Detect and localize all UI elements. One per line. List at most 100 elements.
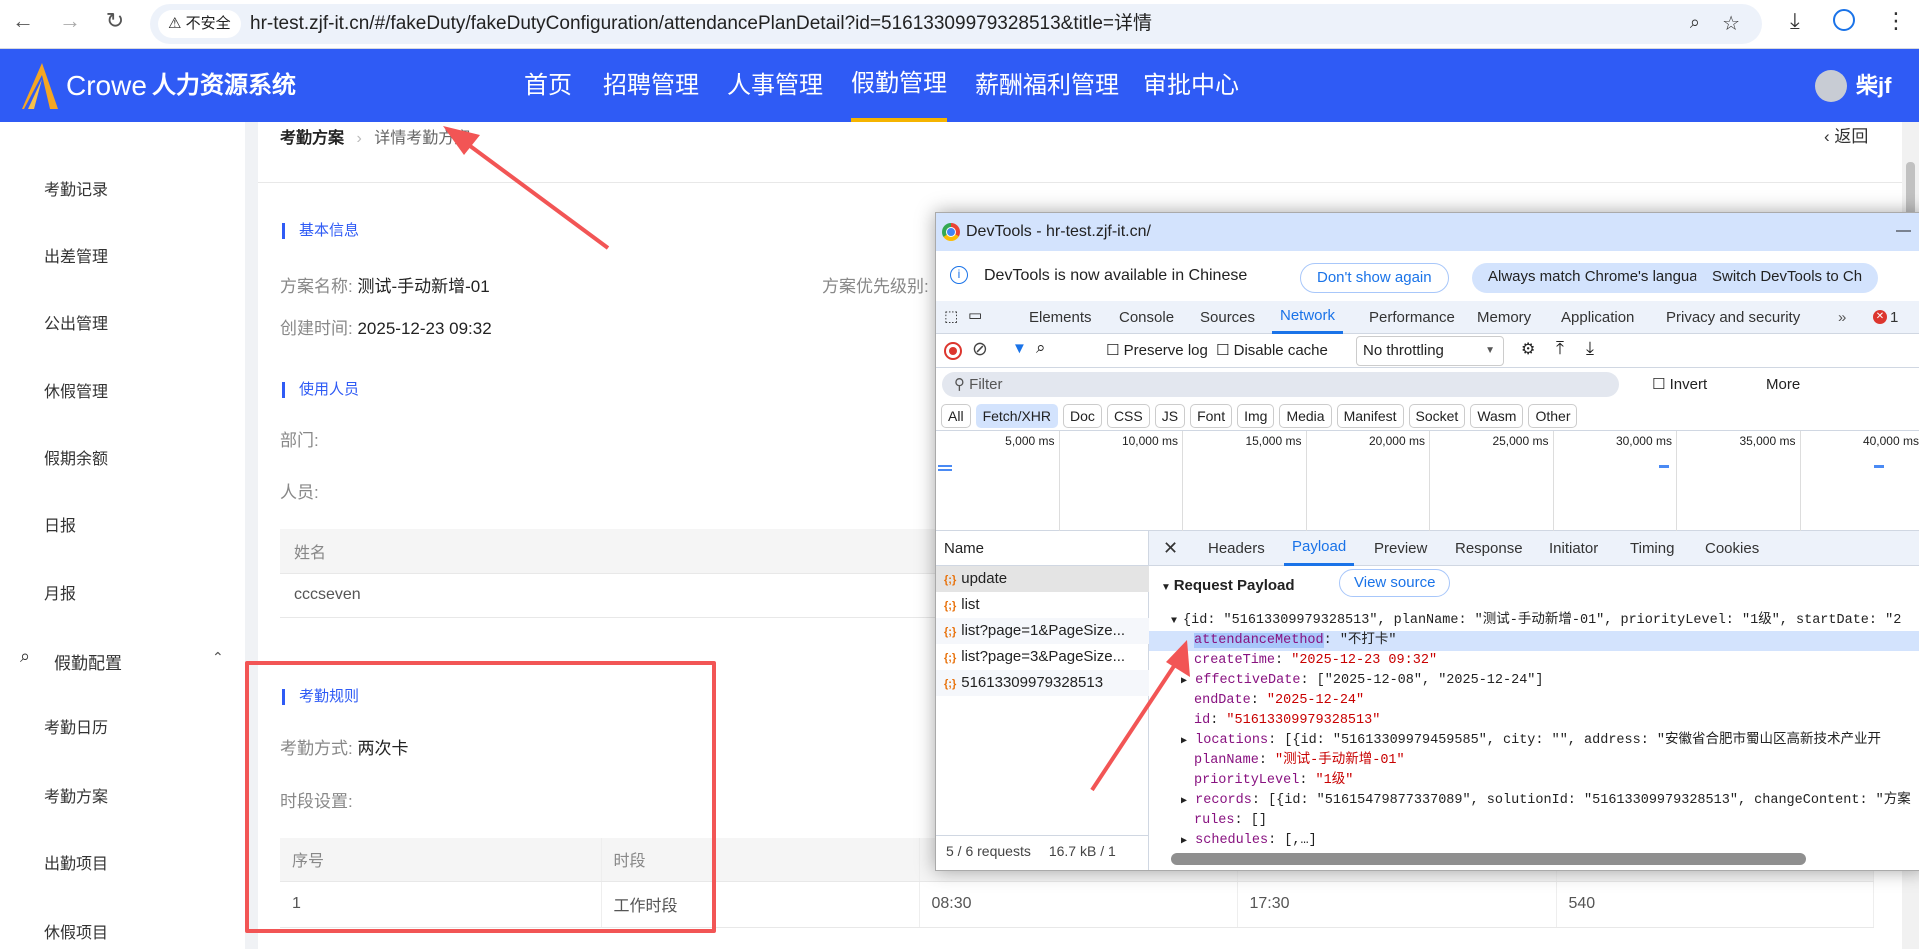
bookmark-star-icon[interactable]: ☆ <box>1722 11 1740 36</box>
inspect-element-icon[interactable]: ⬚ <box>944 307 958 325</box>
type-wasm[interactable]: Wasm <box>1470 404 1524 428</box>
tab-memory[interactable]: Memory <box>1477 301 1531 334</box>
filter-input[interactable]: ⚲ Filter <box>942 372 1619 397</box>
throttling-select[interactable]: No throttling ▼ <box>1356 336 1504 366</box>
type-css[interactable]: CSS <box>1106 404 1150 428</box>
user-name[interactable]: 柴jf <box>1856 49 1891 122</box>
payload-line[interactable]: id: "51613309979328513" <box>1149 711 1919 731</box>
forward-icon[interactable]: → <box>55 8 85 34</box>
payload-line[interactable]: ▶ schedules: [,…] <box>1149 831 1919 851</box>
expand-arrow-icon[interactable]: ▶ <box>1181 836 1187 847</box>
payload-line[interactable]: attendanceMethod: "不打卡" <box>1149 631 1919 651</box>
tab-initiator[interactable]: Initiator <box>1549 531 1598 566</box>
sidebar-section-config[interactable]: 假勤配置 <box>54 649 122 674</box>
more-tabs-icon[interactable]: » <box>1838 301 1846 334</box>
tab-performance[interactable]: Performance <box>1369 301 1455 334</box>
profile-icon[interactable] <box>1833 9 1855 31</box>
payload-line[interactable]: ▶ records: [{id: "51615479877337089", so… <box>1149 791 1919 811</box>
tab-headers[interactable]: Headers <box>1208 531 1265 566</box>
expand-arrow-icon[interactable]: ▶ <box>1181 736 1187 747</box>
sidebar-item-leave[interactable]: 休假管理 <box>44 378 108 402</box>
match-language-button[interactable]: Always match Chrome's language <box>1472 263 1731 293</box>
request-item[interactable]: {;} list?page=3&PageSize... <box>936 644 1149 670</box>
type-fetch-xhr[interactable]: Fetch/XHR <box>975 404 1059 428</box>
menu-icon[interactable]: ⋮ <box>1885 8 1907 34</box>
device-toolbar-icon[interactable]: ▭ <box>968 306 982 324</box>
type-doc[interactable]: Doc <box>1063 404 1102 428</box>
security-chip[interactable]: ⚠ 不安全 <box>158 10 241 38</box>
dont-show-again-button[interactable]: Don't show again <box>1300 263 1449 293</box>
tab-application[interactable]: Application <box>1561 301 1634 334</box>
type-all[interactable]: All <box>941 404 971 428</box>
error-count[interactable]: 1 <box>1890 301 1898 334</box>
network-conditions-icon[interactable]: ⚙ <box>1521 339 1535 359</box>
payload-line[interactable]: planName: "测试-手动新增-01" <box>1149 751 1919 771</box>
tab-timing[interactable]: Timing <box>1630 531 1674 566</box>
sidebar-item-attendance-plan[interactable]: 考勤方案 <box>44 783 108 807</box>
nav-personnel[interactable]: 人事管理 <box>727 49 823 122</box>
tab-privacy-security[interactable]: Privacy and security <box>1666 301 1800 334</box>
record-icon[interactable] <box>944 342 962 360</box>
export-har-icon[interactable]: ⤓ <box>1586 338 1594 359</box>
request-item[interactable]: {;} 51613309979328513 <box>936 670 1149 696</box>
type-img[interactable]: Img <box>1237 404 1275 428</box>
reload-icon[interactable]: ↻ <box>100 8 130 34</box>
sidebar-item-leave-items[interactable]: 休假项目 <box>44 919 108 943</box>
payload-line[interactable]: ▶ effectiveDate: ["2025-12-08", "2025-12… <box>1149 671 1919 691</box>
more-filters-button[interactable]: More <box>1766 368 1800 401</box>
request-item[interactable]: {;} list <box>936 592 1149 618</box>
horizontal-scrollbar[interactable] <box>1171 853 1806 865</box>
sidebar-item-attendance-items[interactable]: 出勤项目 <box>44 850 108 874</box>
tab-cookies[interactable]: Cookies <box>1705 531 1759 566</box>
tab-elements[interactable]: Elements <box>1029 301 1092 334</box>
request-item[interactable]: {;} update <box>936 566 1149 592</box>
tab-response[interactable]: Response <box>1455 531 1523 566</box>
address-bar[interactable]: ⚠ 不安全 hr-test.zjf-it.cn/#/fakeDuty/fakeD… <box>150 4 1762 44</box>
disable-cache-checkbox[interactable]: ☐ Disable cache <box>1216 334 1328 368</box>
sidebar-item-attendance-records[interactable]: 考勤记录 <box>44 176 108 200</box>
nav-attendance[interactable]: 假勤管理 <box>851 49 947 122</box>
type-media[interactable]: Media <box>1279 404 1332 428</box>
column-header-name[interactable]: Name <box>936 531 1149 566</box>
payload-line[interactable]: ▶ locations: [{id: "51613309979459585", … <box>1149 731 1919 751</box>
sidebar-item-leave-balance[interactable]: 假期余额 <box>44 445 108 469</box>
clear-icon[interactable]: ⊘ <box>972 338 988 361</box>
sidebar-item-monthly-report[interactable]: 月报 <box>44 580 76 604</box>
type-manifest[interactable]: Manifest <box>1336 404 1404 428</box>
nav-home[interactable]: 首页 <box>524 49 572 122</box>
zoom-icon[interactable]: ⌕ <box>1690 12 1700 33</box>
import-har-icon[interactable]: ⤒ <box>1556 338 1564 359</box>
payload-root[interactable]: ▼ {id: "51613309979328513", planName: "测… <box>1171 611 1901 631</box>
url-text[interactable]: hr-test.zjf-it.cn/#/fakeDuty/fakeDutyCon… <box>250 4 1152 44</box>
payload-line[interactable]: endDate: "2025-12-24" <box>1149 691 1919 711</box>
tab-payload[interactable]: Payload <box>1284 531 1355 566</box>
filter-icon[interactable]: ▼ <box>1012 340 1027 357</box>
invert-checkbox[interactable]: ☐ Invert <box>1652 368 1707 401</box>
tab-network[interactable]: Network <box>1272 301 1344 334</box>
minimize-icon[interactable]: — <box>1896 213 1911 249</box>
view-source-button[interactable]: View source <box>1339 569 1451 597</box>
breadcrumb-parent[interactable]: 考勤方案 <box>280 130 344 147</box>
type-other[interactable]: Other <box>1528 404 1578 428</box>
payload-line[interactable]: createTime: "2025-12-23 09:32" <box>1149 651 1919 671</box>
avatar[interactable] <box>1815 70 1847 102</box>
payload-section-header[interactable]: ▼ Request Payload <box>1161 577 1295 594</box>
tab-console[interactable]: Console <box>1119 301 1174 334</box>
chevron-up-icon[interactable]: ⌃ <box>212 649 224 666</box>
expand-arrow-icon[interactable]: ▶ <box>1181 796 1187 807</box>
nav-approval[interactable]: 审批中心 <box>1143 49 1239 122</box>
back-icon[interactable]: ← <box>8 8 38 34</box>
type-font[interactable]: Font <box>1190 404 1233 428</box>
tab-sources[interactable]: Sources <box>1200 301 1255 334</box>
payload-line[interactable]: rules: [] <box>1149 811 1919 831</box>
payload-line[interactable]: priorityLevel: "1级" <box>1149 771 1919 791</box>
type-js[interactable]: JS <box>1154 404 1186 428</box>
sidebar-item-business-trip[interactable]: 出差管理 <box>44 243 108 267</box>
search-icon[interactable]: ⌕ <box>1036 338 1046 358</box>
switch-language-button[interactable]: Switch DevTools to Ch <box>1696 263 1879 293</box>
sidebar-item-official-out[interactable]: 公出管理 <box>44 310 108 334</box>
expand-arrow-icon[interactable]: ▶ <box>1181 676 1187 687</box>
sidebar-item-daily-report[interactable]: 日报 <box>44 512 76 536</box>
nav-payroll[interactable]: 薪酬福利管理 <box>975 49 1119 122</box>
download-icon[interactable]: ⤓ <box>1790 8 1800 34</box>
